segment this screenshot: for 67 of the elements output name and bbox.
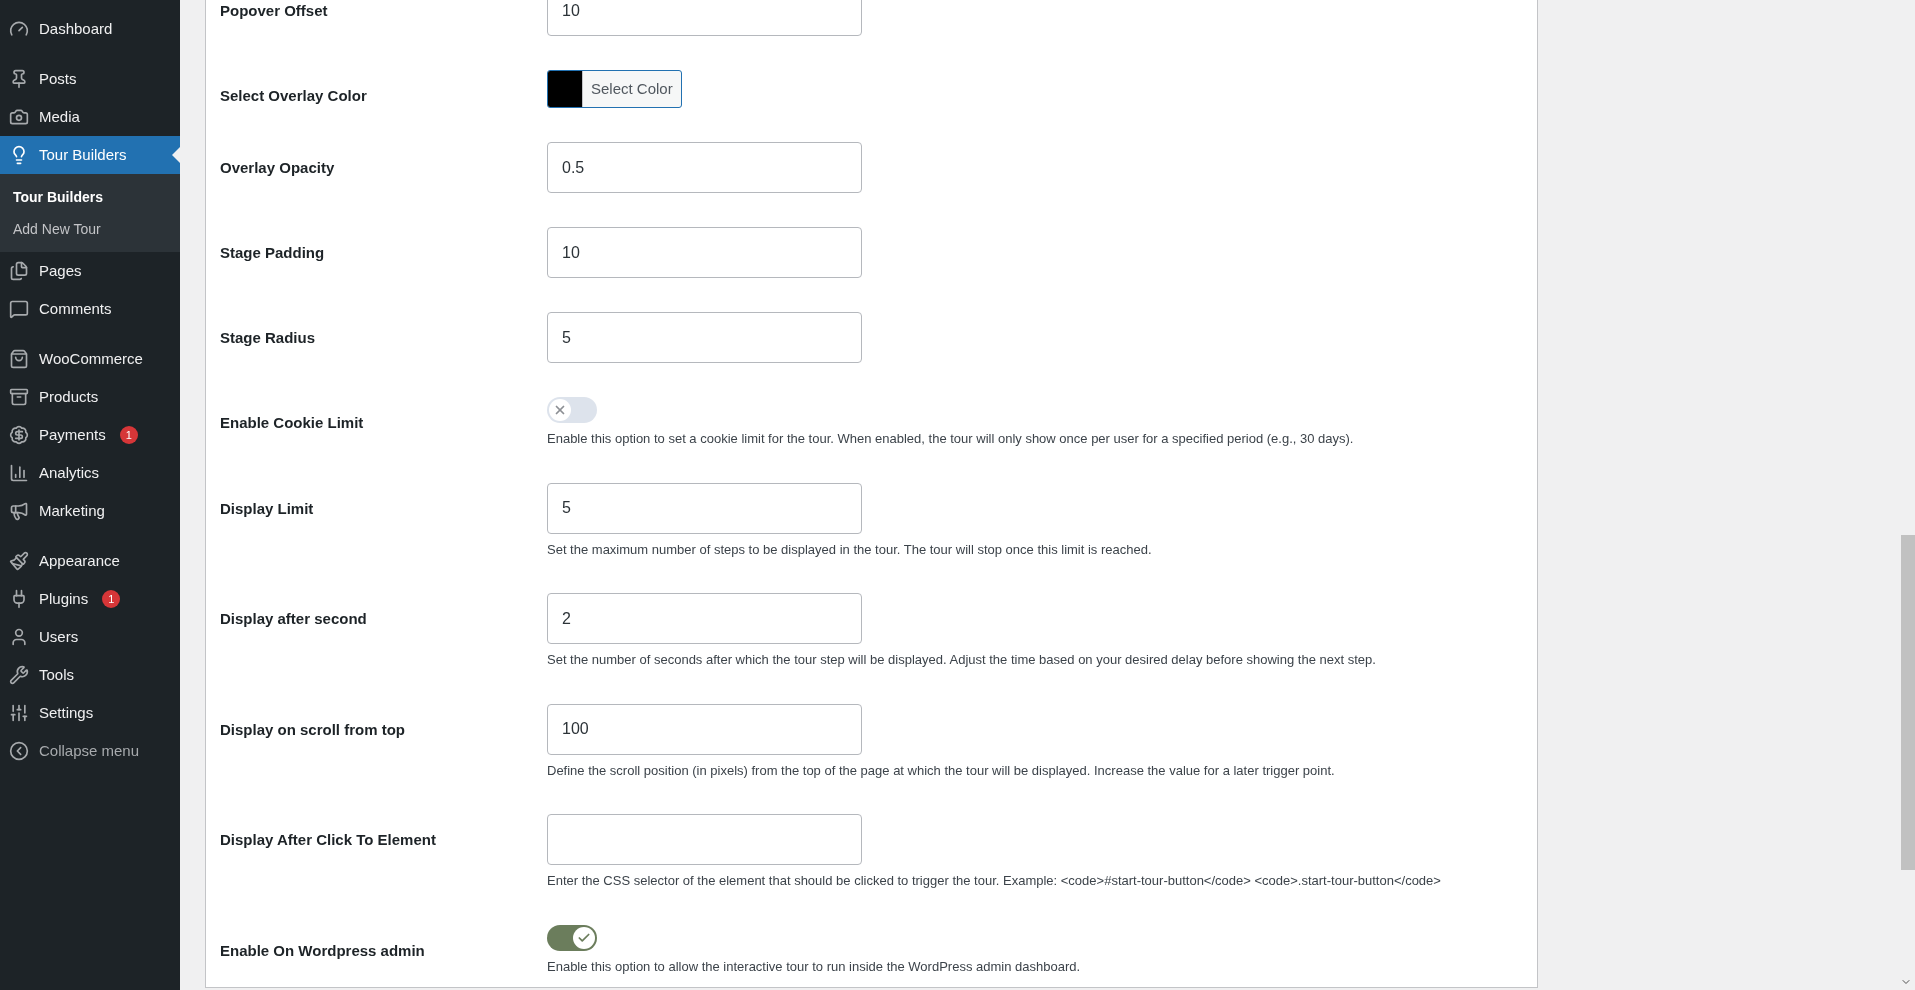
dollar-icon — [9, 425, 29, 445]
toggle-switch[interactable] — [547, 397, 597, 423]
scrollbar-thumb[interactable] — [1901, 535, 1915, 870]
sidebar-item[interactable]: Posts — [0, 60, 180, 98]
submenu-item[interactable]: Add New Tour — [0, 213, 180, 245]
field-label: Display on scroll from top — [220, 720, 406, 738]
field-label: Overlay Opacity — [220, 159, 335, 176]
field-description: Enter the CSS selector of the element that should be clicked to trigger the tour. Example: <code>#start-tour-button</code> <code>.start-tour-button</code> — [547, 872, 1441, 890]
current-pointer — [172, 147, 180, 163]
sidebar-item[interactable]: WooCommerce — [0, 340, 180, 378]
sidebar-item[interactable]: Settings — [0, 694, 180, 732]
sidebar-item[interactable]: Dashboard — [0, 10, 180, 48]
sidebar-item[interactable]: Plugins 1 — [0, 580, 180, 618]
sidebar-item[interactable]: Pages — [0, 252, 180, 290]
field-label: Select Overlay Color — [220, 87, 367, 104]
collapse-menu-button[interactable]: Collapse menu — [0, 732, 180, 770]
sidebar-item[interactable]: Payments 1 — [0, 416, 180, 454]
sidebar-item[interactable]: Products — [0, 378, 180, 416]
wrench-icon — [9, 665, 29, 685]
camera-icon — [9, 107, 29, 127]
archive-icon — [9, 387, 29, 407]
x-icon — [553, 403, 567, 417]
count-badge: 1 — [119, 426, 138, 444]
text-input[interactable]: 100 — [547, 703, 862, 755]
count-badge: 1 — [102, 590, 121, 608]
sidebar-item[interactable]: Tools — [0, 656, 180, 694]
toggle-switch[interactable] — [547, 924, 597, 951]
sidebar-item[interactable]: Tour Builders — [0, 136, 180, 174]
field-description: Enable this option to set a cookie limit for the tour. When enabled, the tour will only show once per user for a specified period (e.g., 30 days). — [547, 430, 1354, 448]
field-label: Display After Click To Element — [220, 831, 436, 848]
pin-icon — [9, 69, 29, 89]
text-input[interactable]: 10 — [547, 0, 862, 36]
field-label: Display Limit — [220, 499, 314, 517]
field-label: Enable On Wordpress admin — [220, 941, 425, 959]
field-description: Enable this option to allow the interactive tour to run inside the WordPress admin dashboard. — [547, 957, 1081, 976]
paintbrush-icon — [9, 551, 29, 571]
pages-icon — [9, 261, 29, 281]
shop-icon — [9, 349, 29, 369]
text-input[interactable]: 0.5 — [547, 142, 862, 193]
field-description: Set the number of seconds after which the tour step will be displayed. Adjust the time based on your desired delay before showing the next step. — [547, 651, 1376, 669]
bar-chart-icon — [9, 463, 29, 483]
text-input[interactable] — [547, 814, 862, 865]
text-input[interactable]: 5 — [547, 482, 862, 534]
collapse-icon — [9, 741, 29, 761]
submenu-item[interactable]: Tour Builders — [0, 181, 180, 213]
speech-bubble-icon — [9, 299, 29, 319]
sidebar-item[interactable]: Appearance — [0, 542, 180, 580]
field-label: Popover Offset — [220, 2, 328, 19]
text-input[interactable]: 2 — [547, 593, 862, 644]
user-icon — [9, 627, 29, 647]
text-input[interactable]: 5 — [547, 312, 862, 363]
field-label: Stage Radius — [220, 329, 316, 346]
megaphone-icon — [9, 501, 29, 521]
field-label: Display after second — [220, 610, 367, 627]
field-label: Stage Padding — [220, 244, 325, 261]
field-description: Set the maximum number of steps to be displayed in the tour. The tour will stop once this limit is reached. — [547, 540, 1152, 559]
gauge-icon — [9, 19, 29, 39]
sidebar-item[interactable]: Comments — [0, 290, 180, 328]
sidebar-item[interactable]: Marketing — [0, 492, 180, 530]
color-picker-button[interactable]: Select Color — [547, 70, 682, 108]
text-input[interactable]: 10 — [547, 227, 862, 278]
sliders-icon — [9, 703, 29, 723]
sidebar-item[interactable]: Users — [0, 618, 180, 656]
sidebar-item[interactable]: Analytics — [0, 454, 180, 492]
field-description: Define the scroll position (in pixels) from the top of the page at which the tour will be displayed. Increase the value for a later trigger point. — [547, 761, 1335, 780]
field-label: Enable Cookie Limit — [220, 414, 364, 431]
sidebar-item[interactable]: Media — [0, 98, 180, 136]
